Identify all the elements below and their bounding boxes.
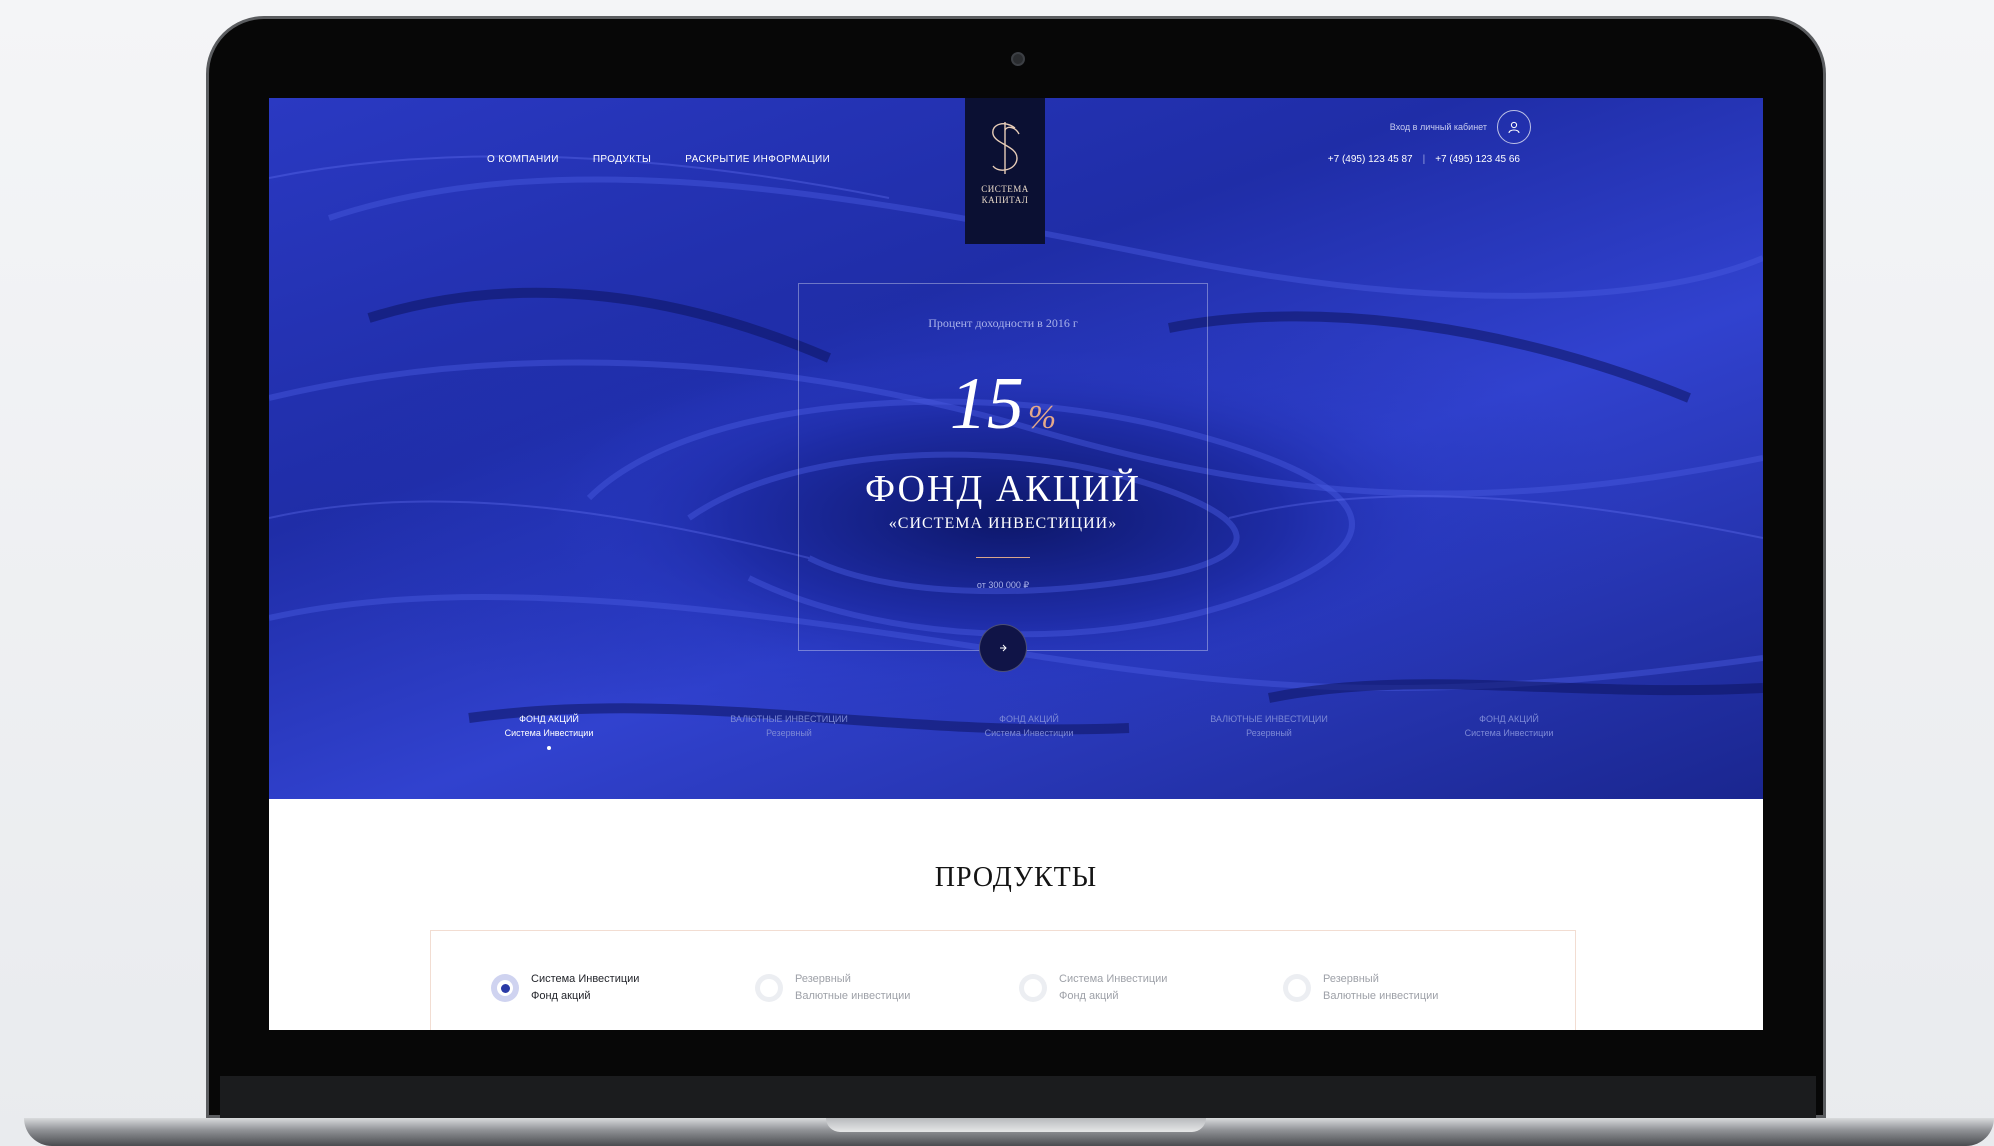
hero-title: ФОНД АКЦИЙ [865,468,1141,510]
radio-selected-icon[interactable] [491,974,519,1002]
product-text: Система Инвестиции Фонд акций [1059,971,1167,1005]
product-text: Резервный Валютные инвестиции [1323,971,1438,1005]
slider-tab-title: Фонд акций [999,714,1059,724]
hero-percent-value: 15 [949,363,1024,445]
product-type: Фонд акций [1059,990,1119,1002]
logo-line-1: СИСТЕМА [981,184,1029,194]
radio-unselected-icon[interactable] [1283,974,1311,1002]
product-name: Система Инвестиции [1059,973,1168,985]
slider-tab-3[interactable]: Фонд акций Система Инвестиции [929,712,1129,750]
hero-percent: 15% [799,367,1207,455]
laptop-chin [220,1076,1816,1118]
nav-item-disclosure[interactable]: Раскрытие информации [685,154,830,165]
camera [1011,52,1025,66]
hero-card: Процент доходности в 2016 г 15% ФОНД АКЦ… [798,283,1208,672]
phone-1[interactable]: +7 (495) 123 45 87 [1328,154,1413,165]
products-panel: Система Инвестиции Фонд акций Резервный … [430,930,1576,1030]
logo-line-2: КАПИТАЛ [981,195,1029,205]
logo[interactable]: СИСТЕМА КАПИТАЛ [965,98,1045,244]
arrow-right-icon [1000,644,1007,652]
slider-tab-subtitle: Резервный [1246,728,1292,738]
slider-tab-title: Валютные инвестиции [1210,714,1328,724]
hero-caption: Процент доходности в 2016 г [928,316,1078,330]
product-text: Резервный Валютные инвестиции [795,971,910,1005]
product-option-1[interactable]: Система Инвестиции Фонд акций [491,971,663,1005]
product-option-4[interactable]: Резервный Валютные инвестиции [1283,971,1455,1005]
product-name: Резервный [1323,973,1379,985]
phone-separator: | [1422,154,1426,165]
slider-tab-2[interactable]: Валютные инвестиции Резервный [689,712,889,750]
slider-tabs: Фонд акций Система Инвестиции Валютные и… [449,712,1609,750]
product-name: Резервный [795,973,851,985]
slider-tab-subtitle: Система Инвестиции [984,728,1074,738]
hero-next-button[interactable] [979,624,1027,672]
slider-tab-1[interactable]: Фонд акций Система Инвестиции [449,712,649,750]
slider-active-dot [547,746,551,750]
hero-percent-sign: % [1027,399,1057,436]
laptop-notch [826,1118,1206,1132]
logo-monogram-icon [992,122,1020,174]
product-list: Система Инвестиции Фонд акций Резервный … [491,971,1455,1005]
nav-item-company[interactable]: О компании [487,154,559,165]
slider-tab-subtitle: Система Инвестиции [1464,728,1554,738]
product-type: Фонд акций [531,990,591,1002]
phone-2[interactable]: +7 (495) 123 45 66 [1435,154,1520,165]
slider-tab-subtitle: Резервный [766,728,812,738]
radio-unselected-icon[interactable] [755,974,783,1002]
product-option-2[interactable]: Резервный Валютные инвестиции [755,971,927,1005]
phone-numbers: +7 (495) 123 45 87 | +7 (495) 123 45 66 [1328,154,1520,165]
hero-price: от 300 000 ₽ [976,580,1030,590]
radio-unselected-icon[interactable] [1019,974,1047,1002]
stage: О компании Продукты Раскрытие информации… [0,0,1994,1146]
main-nav: О компании Продукты Раскрытие информации [487,154,830,165]
screen: О компании Продукты Раскрытие информации… [269,98,1763,1030]
hero-divider [976,557,1030,558]
slider-tab-title: Фонд акций [1479,714,1539,724]
nav-item-products[interactable]: Продукты [593,154,651,165]
product-name: Система Инвестиции [531,973,640,985]
user-icon[interactable] [1497,110,1531,144]
hero-section: О компании Продукты Раскрытие информации… [269,98,1763,799]
slider-tab-subtitle: Система Инвестиции [504,728,594,738]
product-type: Валютные инвестиции [795,990,911,1002]
product-text: Система Инвестиции Фонд акций [531,971,639,1005]
product-type: Валютные инвестиции [1323,990,1439,1002]
login-link[interactable]: Вход в личный кабинет [1390,110,1531,144]
slider-tab-4[interactable]: Валютные инвестиции Резервный [1169,712,1369,750]
hero-subtitle: «СИСТЕМА ИНВЕСТИЦИИ» [888,515,1118,532]
logo-text: СИСТЕМА КАПИТАЛ [981,184,1029,206]
slider-tab-title: Валютные инвестиции [730,714,848,724]
products-title: ПРОДУКТЫ [934,862,1098,893]
login-text[interactable]: Вход в личный кабинет [1390,122,1487,132]
slider-tab-5[interactable]: Фонд акций Система Инвестиции [1409,712,1609,750]
product-option-3[interactable]: Система Инвестиции Фонд акций [1019,971,1191,1005]
slider-tab-title: Фонд акций [519,714,579,724]
